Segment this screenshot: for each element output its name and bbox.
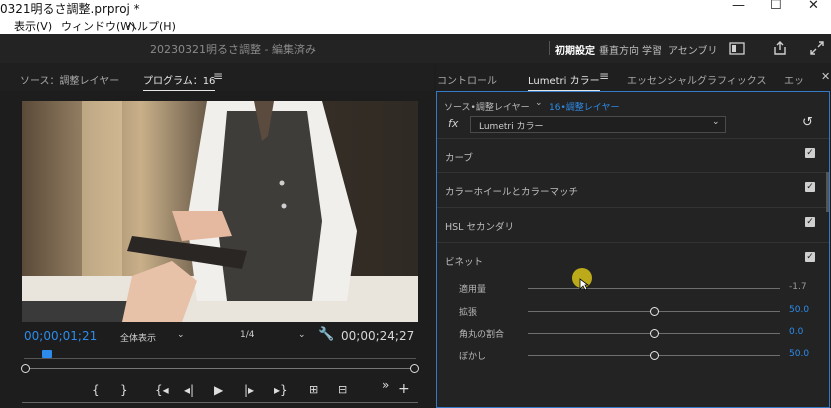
window-title: 0321明るさ調整.prproj * [0, 2, 140, 16]
go-to-out-icon[interactable]: ▸} [274, 383, 288, 397]
vignette-roundness-row: 角丸の割合 0.0 [437, 322, 829, 344]
video-frame-image [22, 101, 418, 322]
mouse-pointer-icon [579, 278, 589, 291]
reset-icon[interactable]: ↺ [802, 115, 813, 130]
section-curves-checkbox[interactable]: ✓ [805, 148, 815, 158]
mark-out-icon[interactable]: } [120, 383, 128, 397]
play-icon[interactable]: ▶ [214, 383, 223, 397]
chevron-down-icon: ⌄ [712, 117, 720, 127]
divider [549, 41, 550, 55]
tab-effect-controls[interactable]: コントロール [437, 72, 497, 87]
vignette-amount-row: 適用量 -1.7 [437, 277, 829, 299]
step-forward-icon[interactable]: |▸ [244, 383, 254, 397]
vignette-amount-value[interactable]: -1.7 [789, 282, 807, 292]
chevron-down-icon[interactable]: ⌄ [535, 98, 543, 108]
maximize-button[interactable]: ☐ [770, 0, 782, 13]
lumetri-color-panel: ソース•調整レイヤー ⌄ 16•調整レイヤー fx Lumetri カラー ⌄ … [436, 91, 830, 408]
panel-scrollbar[interactable] [826, 172, 829, 212]
scroll-handle-right[interactable] [410, 364, 419, 373]
chevron-down-icon: ⌄ [298, 330, 306, 340]
vignette-roundness-label: 角丸の割合 [459, 330, 505, 340]
workspace-learning[interactable]: 学習 [642, 42, 662, 57]
overwrite-icon[interactable]: ⊟ [338, 383, 347, 396]
section-color-wheels[interactable]: カラーホイールとカラーマッチ ✓ [437, 172, 829, 207]
panel-layout-icon[interactable] [729, 42, 745, 55]
mini-timeline-ruler[interactable] [24, 348, 416, 359]
vignette-midpoint-value[interactable]: 50.0 [789, 305, 809, 315]
scroll-handle-left[interactable] [21, 364, 30, 373]
minimize-button[interactable]: — [732, 0, 745, 13]
insert-icon[interactable]: ⊞ [309, 383, 318, 396]
menu-help[interactable]: ヘルプ(H) [126, 18, 176, 34]
section-hsl-secondary[interactable]: HSL セカンダリ ✓ [437, 207, 829, 242]
vignette-amount-slider[interactable] [528, 288, 780, 289]
effect-select[interactable]: Lumetri カラー ⌄ [470, 116, 726, 133]
more-controls-icon[interactable]: » [382, 378, 389, 392]
current-timecode[interactable]: 00;00;01;21 [24, 329, 97, 343]
panel-menu-icon[interactable]: ≡ [599, 69, 609, 83]
vignette-feather-value[interactable]: 50.0 [789, 349, 809, 359]
fullscreen-icon[interactable] [809, 40, 825, 56]
breadcrumb-sequence[interactable]: 16•調整レイヤー [549, 100, 620, 113]
section-vignette-checkbox[interactable]: ✓ [805, 252, 815, 262]
project-title: 20230321明るさ調整 - 編集済み [150, 43, 316, 56]
section-color-wheels-label: カラーホイールとカラーマッチ [445, 187, 579, 198]
section-curves-label: カーブ [445, 153, 473, 164]
tab-source[interactable]: ソース：調整レイヤー [20, 72, 119, 87]
tab-lumetri-color[interactable]: Lumetri カラー [528, 72, 600, 91]
section-vignette-label: ビネット [445, 257, 484, 268]
vignette-midpoint-knob[interactable] [650, 307, 659, 316]
tab-essential-graphics[interactable]: エッセンシャルグラフィックス [627, 72, 767, 87]
panel-menu-icon[interactable]: ≡ [213, 69, 223, 83]
share-icon[interactable] [772, 40, 788, 56]
section-hsl-secondary-label: HSL セカンダリ [445, 222, 514, 233]
chevron-down-icon: ⌄ [177, 330, 185, 340]
vignette-midpoint-row: 拡張 50.0 [437, 300, 829, 322]
duration-timecode: 00;00;24;27 [341, 329, 415, 343]
tab-overflow[interactable]: エッ [784, 72, 804, 87]
workspace-assembly[interactable]: アセンブリ [668, 42, 718, 57]
vignette-feather-knob[interactable] [650, 351, 659, 360]
menu-view[interactable]: 表示(V) [14, 18, 52, 34]
vignette-midpoint-label: 拡張 [459, 308, 478, 318]
section-vignette[interactable]: ビネット ✓ [437, 242, 829, 277]
vignette-feather-row: ぼかし 50.0 [437, 344, 829, 366]
menu-window[interactable]: ウィンドウ(W) [61, 18, 135, 34]
zoom-scrollbar[interactable] [27, 368, 415, 369]
section-hsl-secondary-checkbox[interactable]: ✓ [805, 217, 815, 227]
vignette-feather-label: ぼかし [459, 352, 487, 362]
wrench-icon[interactable]: 🔧 [318, 327, 334, 342]
program-monitor-video[interactable] [22, 101, 418, 322]
menu-bar: 表示(V) ウィンドウ(W) ヘルプ(H) [0, 16, 831, 34]
mark-in-icon[interactable]: { [92, 383, 100, 397]
zoom-select[interactable]: 全体表示 [120, 331, 156, 344]
effect-select-value: Lumetri カラー [479, 122, 544, 132]
add-button-icon[interactable]: + [398, 381, 410, 397]
breadcrumb-source[interactable]: ソース•調整レイヤー [444, 100, 530, 113]
tab-program[interactable]: プログラム：16 [143, 72, 216, 91]
playhead[interactable] [42, 350, 52, 358]
vignette-amount-label: 適用量 [459, 285, 487, 295]
step-back-icon[interactable]: ◂| [184, 383, 194, 397]
section-color-wheels-checkbox[interactable]: ✓ [805, 182, 815, 192]
go-to-in-icon[interactable]: {◂ [155, 383, 169, 397]
close-icon[interactable]: ✕ [821, 70, 830, 83]
window-title-bar: 0321明るさ調整.prproj * — ☐ ✕ [0, 0, 831, 16]
resolution-select[interactable]: 1/4 [240, 330, 254, 340]
divider [22, 402, 418, 403]
workspace-default[interactable]: 初期設定 [555, 42, 595, 57]
vignette-roundness-value[interactable]: 0.0 [789, 327, 803, 337]
fx-icon: fx [448, 117, 459, 130]
section-curves[interactable]: カーブ ✓ [437, 138, 829, 173]
close-button[interactable]: ✕ [808, 0, 819, 13]
vignette-roundness-knob[interactable] [650, 329, 659, 338]
workspace-vertical[interactable]: 垂直方向 [599, 42, 639, 57]
